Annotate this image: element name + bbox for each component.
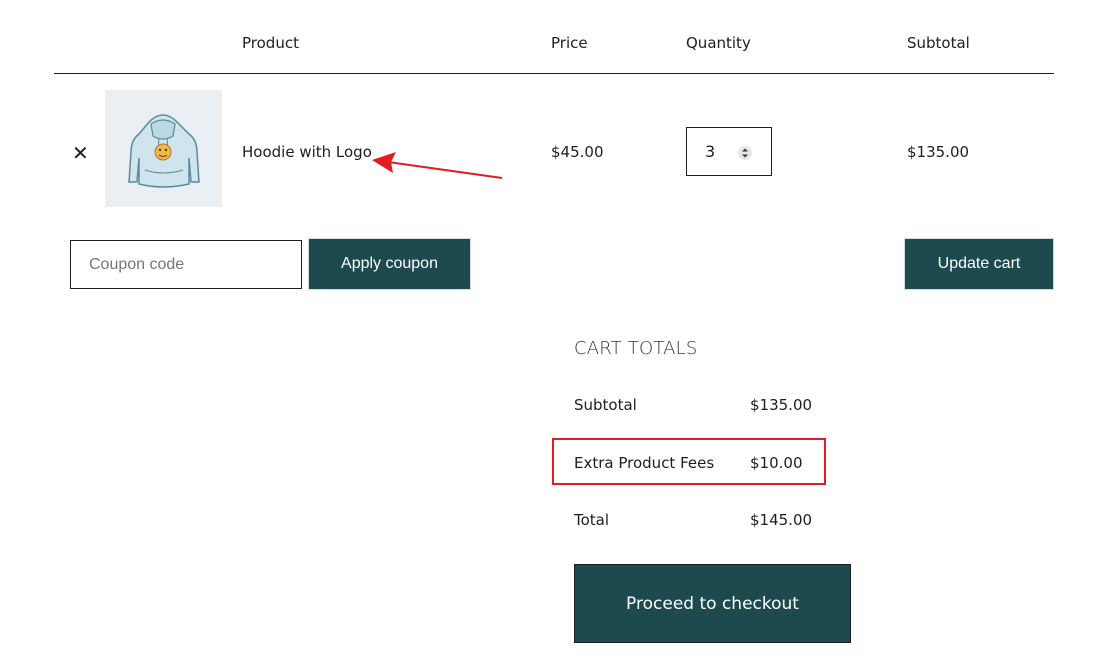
totals-subtotal-label: Subtotal xyxy=(574,396,637,414)
update-cart-button[interactable]: Update cart xyxy=(904,238,1054,290)
column-header-quantity: Quantity xyxy=(686,34,751,52)
product-price: $45.00 xyxy=(551,143,604,161)
spinner-arrows-icon[interactable] xyxy=(738,144,752,162)
coupon-code-input[interactable] xyxy=(70,240,302,289)
totals-total-label: Total xyxy=(574,511,610,529)
totals-total-value: $145.00 xyxy=(750,511,813,529)
product-name-link[interactable]: Hoodie with Logo xyxy=(242,143,372,161)
proceed-to-checkout-button[interactable]: Proceed to checkout xyxy=(574,564,851,643)
hoodie-icon xyxy=(128,114,200,188)
cart-totals-heading: CART TOTALS xyxy=(574,338,698,359)
totals-subtotal-value: $135.00 xyxy=(750,396,813,414)
totals-fees-label: Extra Product Fees xyxy=(574,454,715,472)
apply-coupon-button[interactable]: Apply coupon xyxy=(308,238,471,290)
column-header-product: Product xyxy=(242,34,299,52)
product-subtotal: $135.00 xyxy=(907,143,970,161)
column-header-price: Price xyxy=(551,34,588,52)
quantity-value[interactable]: 3 xyxy=(705,142,715,161)
column-header-subtotal: Subtotal xyxy=(907,34,970,52)
product-thumbnail[interactable] xyxy=(105,90,222,207)
annotation-arrow-icon xyxy=(372,152,503,179)
quantity-stepper[interactable]: 3 xyxy=(686,127,772,176)
header-divider xyxy=(54,73,1054,74)
totals-fees-value: $10.00 xyxy=(750,454,803,472)
remove-item-icon[interactable]: ✕ xyxy=(72,143,89,163)
